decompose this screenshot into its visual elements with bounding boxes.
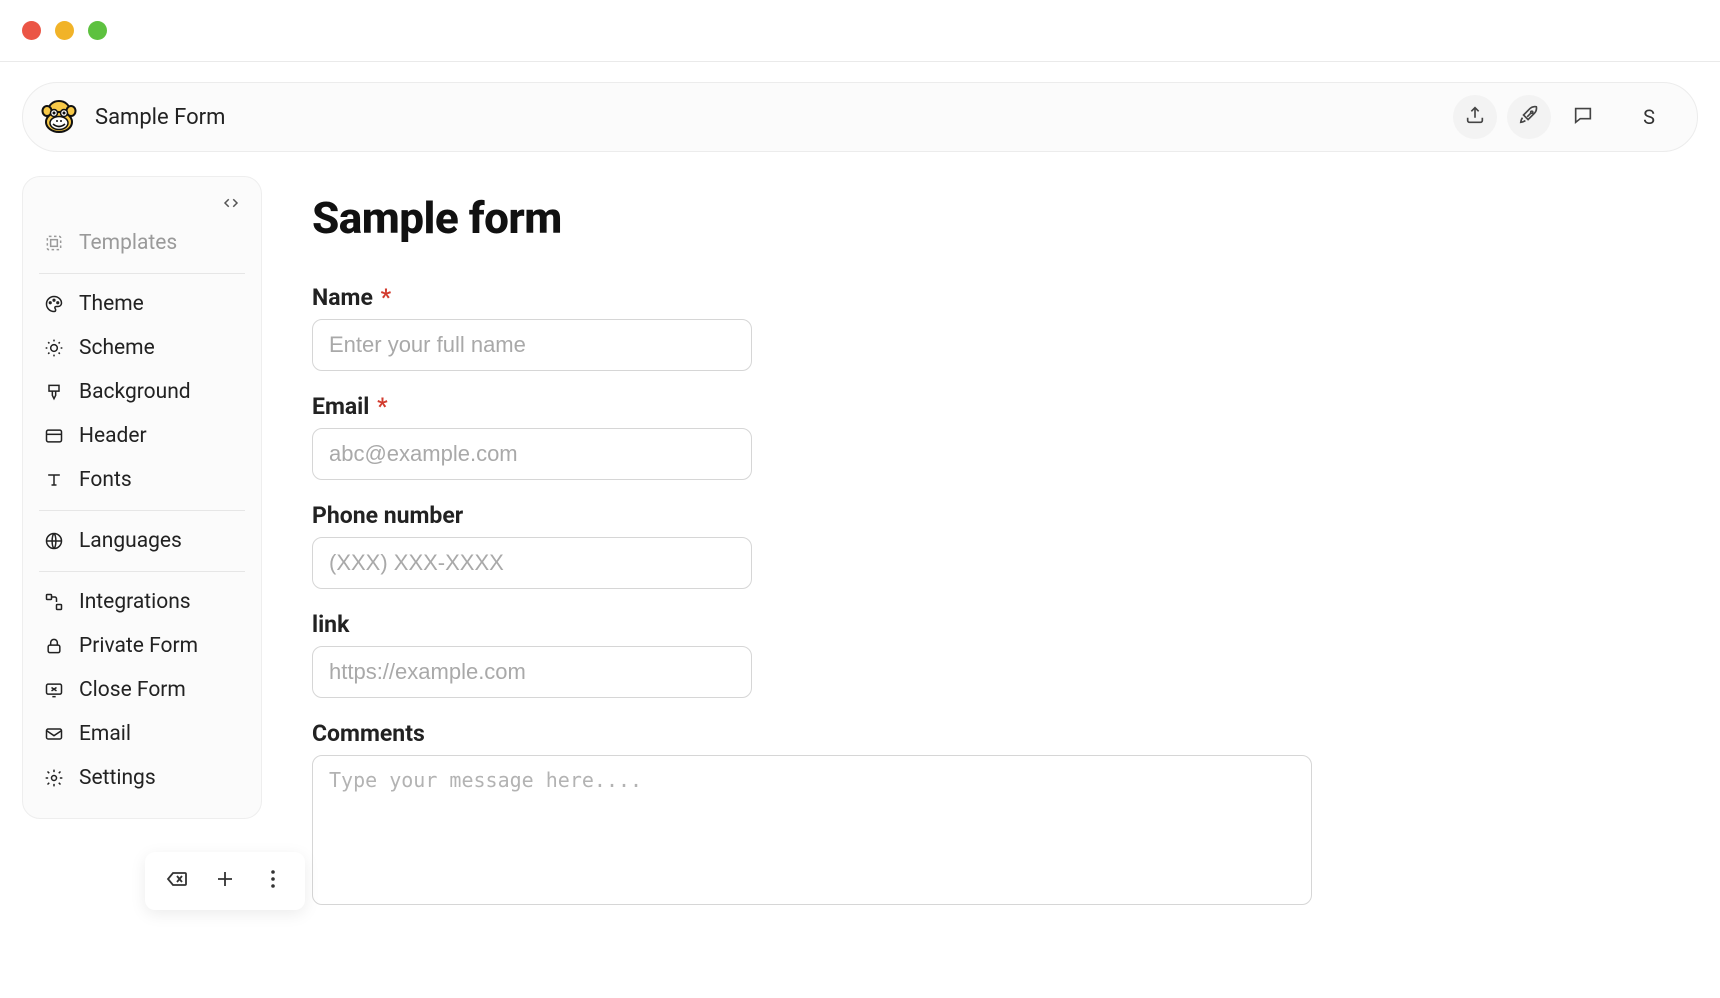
sidebar-item-header[interactable]: Header xyxy=(37,414,247,458)
code-toggle-button[interactable] xyxy=(219,193,243,217)
window-titlebar xyxy=(0,0,1720,62)
sidebar-item-label: Close Form xyxy=(79,678,186,702)
field-label: Name * xyxy=(312,284,1676,311)
sidebar-item-settings[interactable]: Settings xyxy=(37,756,247,800)
name-input[interactable] xyxy=(312,319,752,371)
sidebar-item-background[interactable]: Background xyxy=(37,370,247,414)
sidebar-item-private-form[interactable]: Private Form xyxy=(37,624,247,668)
label-text: Email xyxy=(312,393,369,420)
mail-icon xyxy=(43,723,65,745)
chat-icon xyxy=(1572,104,1594,130)
layout-header-icon xyxy=(43,425,65,447)
divider xyxy=(39,273,245,274)
sun-icon xyxy=(43,337,65,359)
divider xyxy=(39,571,245,572)
link-input[interactable] xyxy=(312,646,752,698)
sidebar-item-label: Scheme xyxy=(79,336,155,360)
palette-icon xyxy=(43,293,65,315)
sidebar-item-email[interactable]: Email xyxy=(37,712,247,756)
field-label: Email * xyxy=(312,393,1676,420)
templates-icon xyxy=(43,232,65,254)
plus-icon xyxy=(213,867,237,895)
avatar-letter: S xyxy=(1643,105,1655,129)
sidebar-item-integrations[interactable]: Integrations xyxy=(37,580,247,624)
sidebar-item-label: Header xyxy=(79,424,147,448)
rocket-icon xyxy=(1518,104,1540,130)
sidebar-item-templates[interactable]: Templates xyxy=(37,221,247,265)
label-text: Phone number xyxy=(312,502,463,529)
field-name: Name * xyxy=(312,284,1676,371)
email-input[interactable] xyxy=(312,428,752,480)
divider xyxy=(39,510,245,511)
sidebar-item-label: Integrations xyxy=(79,590,191,614)
label-text: Name xyxy=(312,284,373,311)
field-label: Phone number xyxy=(312,502,1676,529)
add-field-button[interactable] xyxy=(209,865,241,897)
sidebar-item-fonts[interactable]: Fonts xyxy=(37,458,247,502)
delete-field-button[interactable] xyxy=(161,865,193,897)
code-icon xyxy=(222,194,240,216)
label-text: link xyxy=(312,611,349,638)
field-toolbar xyxy=(145,852,305,910)
comments-textarea[interactable] xyxy=(312,755,1312,905)
sidebar-item-scheme[interactable]: Scheme xyxy=(37,326,247,370)
field-email: Email * xyxy=(312,393,1676,480)
phone-input[interactable] xyxy=(312,537,752,589)
user-avatar[interactable]: S xyxy=(1627,95,1671,139)
brand: Sample Form xyxy=(41,99,225,135)
window-maximize-dot[interactable] xyxy=(88,21,107,40)
delete-icon xyxy=(165,867,189,895)
type-icon xyxy=(43,469,65,491)
sidebar: Templates Theme Scheme Background Header… xyxy=(22,176,262,819)
app-logo-icon xyxy=(41,99,77,135)
window-minimize-dot[interactable] xyxy=(55,21,74,40)
field-link: link xyxy=(312,611,1676,698)
sidebar-item-label: Templates xyxy=(79,231,177,255)
window-close-dot[interactable] xyxy=(22,21,41,40)
field-label: link xyxy=(312,611,1676,638)
sidebar-item-label: Background xyxy=(79,380,191,404)
sidebar-item-theme[interactable]: Theme xyxy=(37,282,247,326)
field-phone: Phone number xyxy=(312,502,1676,589)
form-name[interactable]: Sample Form xyxy=(95,105,225,130)
sidebar-item-label: Languages xyxy=(79,529,182,553)
sidebar-item-label: Email xyxy=(79,722,131,746)
sidebar-item-close-form[interactable]: Close Form xyxy=(37,668,247,712)
form-title: Sample form xyxy=(312,192,1676,244)
field-label: Comments xyxy=(312,720,1676,747)
required-mark: * xyxy=(381,284,391,311)
comments-button[interactable] xyxy=(1561,95,1605,139)
gear-icon xyxy=(43,767,65,789)
nodes-icon xyxy=(43,591,65,613)
lock-icon xyxy=(43,635,65,657)
required-mark: * xyxy=(377,393,387,420)
label-text: Comments xyxy=(312,720,425,747)
brush-icon xyxy=(43,381,65,403)
sidebar-item-label: Fonts xyxy=(79,468,132,492)
form-preview: Sample form Name * Email * Phone number … xyxy=(292,176,1696,931)
field-comments: Comments xyxy=(312,720,1676,909)
globe-icon xyxy=(43,530,65,552)
field-more-button[interactable] xyxy=(257,865,289,897)
sidebar-item-label: Theme xyxy=(79,292,144,316)
share-button[interactable] xyxy=(1453,95,1497,139)
more-vertical-icon xyxy=(261,867,285,895)
sidebar-item-languages[interactable]: Languages xyxy=(37,519,247,563)
upload-icon xyxy=(1464,104,1486,130)
app-header: Sample Form S xyxy=(22,82,1698,152)
publish-button[interactable] xyxy=(1507,95,1551,139)
sidebar-item-label: Private Form xyxy=(79,634,198,658)
main-body: Templates Theme Scheme Background Header… xyxy=(0,152,1720,931)
close-form-icon xyxy=(43,679,65,701)
sidebar-item-label: Settings xyxy=(79,766,156,790)
